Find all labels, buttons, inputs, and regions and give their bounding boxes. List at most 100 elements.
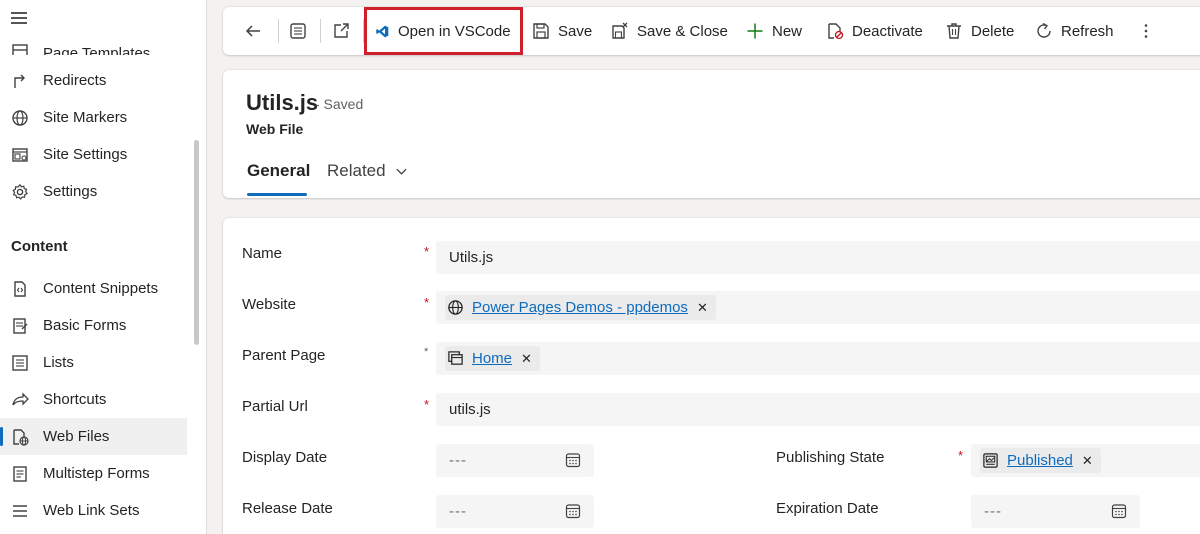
shortcut-icon <box>11 391 29 409</box>
publishing-state-icon <box>983 453 998 468</box>
remove-publishing-state-button[interactable]: ✕ <box>1082 453 1093 469</box>
record-title: Utils.js <box>246 90 319 115</box>
calendar-icon[interactable] <box>565 452 581 468</box>
sidebar-item-label: Multistep Forms <box>43 465 150 482</box>
web-page-icon <box>448 351 463 365</box>
new-button[interactable]: New <box>746 7 802 55</box>
expiration-date-field[interactable]: --- <box>971 495 1140 528</box>
open-in-vscode-button[interactable]: Open in VSCode <box>375 7 511 55</box>
sidebar-item-content-snippets[interactable]: Content Snippets <box>0 270 187 307</box>
delete-button[interactable]: Delete <box>945 7 1014 55</box>
divider <box>363 19 364 43</box>
multistep-form-icon <box>11 465 29 483</box>
publishing-state-lookup-chip: Published ✕ <box>980 448 1101 473</box>
sidebar-item-redirects[interactable]: Redirects <box>0 62 187 99</box>
name-label: Name <box>242 245 283 262</box>
sidebar-item-page-templates[interactable]: Page Templates <box>0 25 187 55</box>
deactivate-icon <box>828 23 844 40</box>
sidebar-item-label: Settings <box>43 183 98 200</box>
delete-label: Delete <box>971 22 1015 40</box>
save-and-close-icon <box>612 22 628 39</box>
release-date-label: Release Date <box>242 500 333 517</box>
sidebar-item-settings[interactable]: Settings <box>0 173 187 210</box>
snippet-icon <box>11 280 29 298</box>
sidebar-item-web-files[interactable]: Web Files <box>0 418 187 455</box>
website-link[interactable]: Power Pages Demos - ppdemos <box>472 299 688 316</box>
sidebar-item-web-link-sets[interactable]: Web Link Sets <box>0 492 187 529</box>
parent-page-link[interactable]: Home <box>472 350 512 367</box>
sidebar-section-content: Content <box>11 238 68 255</box>
more-commands-button[interactable] <box>1137 7 1155 55</box>
redirect-icon <box>11 72 29 90</box>
plus-icon <box>747 23 763 39</box>
release-date-value: --- <box>449 503 467 520</box>
link-set-icon <box>11 502 29 520</box>
open-in-vscode-label: Open in VSCode <box>398 22 511 40</box>
tab-label: General <box>247 161 311 180</box>
calendar-icon[interactable] <box>565 503 581 519</box>
tab-related[interactable]: Related <box>327 161 408 181</box>
sidebar-item-basic-forms[interactable]: Basic Forms <box>0 307 187 344</box>
sidebar-scrollbar[interactable] <box>194 140 199 345</box>
save-button[interactable]: Save <box>532 7 592 55</box>
partial-url-field[interactable]: utils.js <box>436 393 1200 426</box>
refresh-button[interactable]: Refresh <box>1035 7 1114 55</box>
website-lookup-chip: Power Pages Demos - ppdemos ✕ <box>445 295 716 320</box>
display-date-label: Display Date <box>242 449 328 466</box>
remove-parent-page-button[interactable]: ✕ <box>521 351 532 367</box>
required-indicator: * <box>424 346 429 358</box>
sidebar-item-site-settings[interactable]: Site Settings <box>0 136 187 173</box>
globe-icon <box>448 300 463 315</box>
refresh-label: Refresh <box>1061 22 1114 40</box>
sidebar: Page Templates Redirects Site Markers Si… <box>0 0 207 534</box>
deactivate-button[interactable]: Deactivate <box>826 7 923 55</box>
sidebar-item-multistep-forms[interactable]: Multistep Forms <box>0 455 187 492</box>
trash-icon <box>947 23 961 39</box>
open-in-new-window-icon <box>334 23 349 38</box>
record-header: Utils.js - Saved Web File General Relate… <box>223 70 1200 198</box>
sidebar-item-label: Web Link Sets <box>43 502 140 519</box>
sidebar-item-shortcuts[interactable]: Shortcuts <box>0 381 187 418</box>
display-date-field[interactable]: --- <box>436 444 594 477</box>
website-lookup[interactable]: Power Pages Demos - ppdemos ✕ <box>436 291 1200 324</box>
sidebar-item-site-markers[interactable]: Site Markers <box>0 99 187 136</box>
required-indicator: * <box>424 244 430 259</box>
sidebar-item-label: Content Snippets <box>43 280 159 297</box>
sidebar-item-label: Basic Forms <box>43 317 127 334</box>
sidebar-item-label: Page Templates <box>43 45 151 55</box>
publishing-state-lookup[interactable]: Published ✕ <box>971 444 1200 477</box>
remove-website-button[interactable]: ✕ <box>697 300 708 316</box>
name-field[interactable]: Utils.js <box>436 241 1200 274</box>
calendar-icon[interactable] <box>1111 503 1127 519</box>
release-date-field[interactable]: --- <box>436 495 594 528</box>
general-form: Name * Utils.js Website * Power Pages De… <box>223 218 1200 534</box>
sidebar-item-label: Redirects <box>43 72 107 89</box>
back-button[interactable] <box>244 7 262 55</box>
record-list-icon <box>290 23 306 39</box>
website-label: Website <box>242 296 296 313</box>
save-label: Save <box>558 22 593 40</box>
list-icon <box>11 354 29 372</box>
vscode-icon <box>376 25 389 37</box>
open-new-window-button[interactable] <box>332 7 350 55</box>
record-set-button[interactable] <box>289 7 307 55</box>
partial-url-value: utils.js <box>449 401 491 418</box>
parent-page-lookup[interactable]: Home ✕ <box>436 342 1200 375</box>
hamburger-menu-icon[interactable] <box>11 12 27 24</box>
expiration-date-label: Expiration Date <box>776 500 879 517</box>
partial-url-label: Partial Url <box>242 398 308 415</box>
save-and-close-button[interactable]: Save & Close <box>611 7 728 55</box>
required-indicator: * <box>424 397 430 412</box>
deactivate-label: Deactivate <box>852 22 923 40</box>
parent-page-lookup-chip: Home ✕ <box>445 346 540 371</box>
active-tab-indicator <box>247 193 307 196</box>
tab-general[interactable]: General <box>247 161 310 181</box>
form-icon <box>11 317 29 335</box>
divider <box>278 19 279 43</box>
sidebar-item-label: Site Markers <box>43 109 128 126</box>
sidebar-item-lists[interactable]: Lists <box>0 344 187 381</box>
publishing-state-link[interactable]: Published <box>1007 452 1073 469</box>
chevron-down-icon <box>396 168 407 175</box>
expiration-date-value: --- <box>984 503 1002 520</box>
parent-page-label: Parent Page <box>242 347 326 364</box>
